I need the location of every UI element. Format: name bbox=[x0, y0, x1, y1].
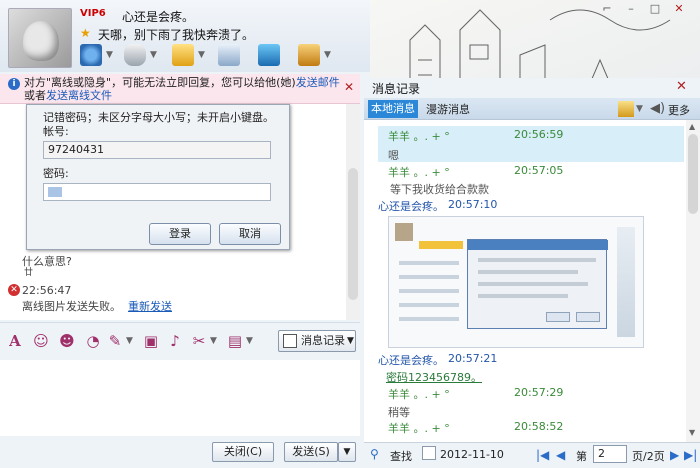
log-time: 20:56:59 bbox=[514, 128, 564, 141]
chat-line-small: 廿 bbox=[24, 268, 34, 278]
log-message: 密码123456789。 bbox=[386, 371, 482, 384]
message-log-button[interactable]: 消息记录 ▼ bbox=[278, 330, 356, 352]
cancel-button: 取消 bbox=[219, 223, 281, 245]
toolbox-icon[interactable]: ▤ bbox=[226, 332, 244, 350]
status-message: 天哪，别下雨了我快奔溃了。 bbox=[98, 28, 255, 42]
log-sender: 羊羊 。. + ° bbox=[388, 388, 450, 401]
account-label: 帐号: bbox=[43, 125, 69, 138]
video-call-icon[interactable] bbox=[80, 44, 102, 66]
more-link[interactable]: 更多 bbox=[668, 102, 690, 118]
chevron-down-icon: ▼ bbox=[347, 336, 354, 346]
next-page-icon[interactable]: ▶ bbox=[670, 448, 679, 462]
message-manager-icon[interactable] bbox=[618, 101, 634, 117]
previous-page-icon[interactable]: ◀ bbox=[556, 448, 565, 462]
chevron-down-icon[interactable]: ▼ bbox=[126, 336, 133, 346]
log-message: 稍等 bbox=[388, 406, 410, 419]
log-panel-title: 消息记录 bbox=[372, 82, 421, 96]
log-sender: 心还是会疼。 bbox=[378, 200, 444, 213]
handwriting-icon[interactable]: ✎ bbox=[106, 332, 124, 350]
login-hint-text: 记错密码；未区分字母大小写；未开启小键盘。 bbox=[43, 111, 274, 124]
log-sender: 心还是会疼。 bbox=[378, 354, 444, 367]
contact-nickname: 心还是会疼。 bbox=[122, 10, 195, 24]
page-label: 第 bbox=[576, 450, 587, 463]
search-icon[interactable]: ⚲ bbox=[370, 447, 379, 461]
emoji-icon[interactable]: ☺ bbox=[32, 332, 50, 350]
log-sender: 羊羊 。. + ° bbox=[388, 130, 450, 143]
chat-scrollbar[interactable] bbox=[346, 104, 360, 320]
log-sender: 羊羊 。. + ° bbox=[388, 422, 450, 435]
font-icon[interactable]: A bbox=[6, 332, 24, 350]
notice-text: 对方"离线或隐身"，可能无法立即回复，您可以给他(她)发送邮件或者发送离线文件 bbox=[24, 76, 340, 102]
page-number-input[interactable]: 2 bbox=[593, 445, 627, 463]
music-icon[interactable]: ♪ bbox=[166, 332, 184, 350]
login-screenshot-image: 记错密码；未区分字母大小写；未开启小键盘。 帐号: 97240431 密码: 登… bbox=[26, 104, 290, 250]
offline-notice: i 对方"离线或隐身"，可能无法立即回复，您可以给他(她)发送邮件或者发送离线文… bbox=[0, 74, 360, 104]
shake-icon[interactable]: ◔ bbox=[84, 332, 102, 350]
close-button[interactable]: 关闭(C) bbox=[212, 442, 274, 462]
log-time: 20:57:10 bbox=[448, 198, 498, 211]
chevron-down-icon[interactable]: ▼ bbox=[106, 50, 113, 60]
close-notice-icon[interactable]: ✕ bbox=[344, 80, 354, 94]
password-field bbox=[43, 183, 271, 201]
microphone-icon[interactable] bbox=[124, 44, 146, 66]
log-time: 20:57:05 bbox=[514, 164, 564, 177]
calendar-icon[interactable] bbox=[422, 446, 436, 460]
close-window-icon[interactable]: ✕ bbox=[670, 2, 688, 16]
minimize-icon[interactable]: – bbox=[622, 2, 640, 16]
log-message: 等下我收货给合款款 bbox=[390, 183, 489, 196]
date-selector[interactable]: 2012-11-10 bbox=[440, 448, 504, 461]
send-options-chevron-icon[interactable]: ▼ bbox=[338, 442, 356, 462]
message-log-label: 消息记录 bbox=[301, 334, 345, 347]
resend-link[interactable]: 重新发送 bbox=[128, 298, 172, 314]
magic-face-icon[interactable]: ☻ bbox=[58, 332, 76, 350]
log-time: 20:57:29 bbox=[514, 386, 564, 399]
log-scrollbar[interactable]: ▲ ▼ bbox=[686, 120, 700, 442]
app-box-icon[interactable] bbox=[298, 44, 320, 66]
chevron-down-icon[interactable]: ▼ bbox=[246, 336, 253, 346]
log-time: 20:58:52 bbox=[514, 420, 564, 433]
login-button: 登录 bbox=[149, 223, 211, 245]
log-time: 20:57:21 bbox=[448, 352, 498, 365]
chevron-down-icon[interactable]: ▼ bbox=[150, 50, 157, 60]
image-icon[interactable]: ▣ bbox=[142, 332, 160, 350]
minimize-skin-icon[interactable]: ⌐ bbox=[598, 2, 616, 16]
send-button[interactable]: 发送(S) bbox=[284, 442, 338, 462]
sound-icon[interactable]: ◀) bbox=[650, 101, 665, 116]
notice-prefix: 对方"离线或隐身"，可能无法立即回复，您可以给他(她) bbox=[24, 76, 296, 89]
chat-time: 22:56:47 bbox=[22, 284, 72, 297]
send-offline-file-link[interactable]: 发送离线文件 bbox=[46, 89, 112, 102]
info-icon: i bbox=[8, 78, 20, 90]
chevron-down-icon[interactable]: ▼ bbox=[198, 50, 205, 60]
log-sender: 羊羊 。. + ° bbox=[388, 166, 450, 179]
maximize-icon[interactable]: □ bbox=[646, 2, 664, 16]
avatar[interactable] bbox=[8, 8, 72, 68]
transfer-file-icon[interactable] bbox=[172, 44, 194, 66]
star-icon: ★ bbox=[80, 26, 91, 40]
last-page-icon[interactable]: ▶| bbox=[684, 448, 697, 462]
password-label: 密码: bbox=[43, 167, 69, 180]
send-mail-link[interactable]: 发送邮件 bbox=[296, 76, 340, 89]
tab-local-messages[interactable]: 本地消息 bbox=[368, 100, 418, 118]
log-screenshot-image[interactable] bbox=[388, 216, 644, 348]
create-discussion-icon[interactable] bbox=[218, 44, 240, 66]
screenshot-scissors-icon[interactable]: ✂ bbox=[190, 332, 208, 350]
clock-icon bbox=[283, 334, 297, 348]
account-field: 97240431 bbox=[43, 141, 271, 159]
first-page-icon[interactable]: |◀ bbox=[536, 448, 549, 462]
chevron-down-icon[interactable]: ▼ bbox=[324, 50, 331, 60]
remote-desktop-icon[interactable] bbox=[258, 44, 280, 66]
send-failed-text: 离线图片发送失败。 bbox=[22, 300, 121, 313]
message-input[interactable] bbox=[0, 360, 360, 436]
log-message: 嗯 bbox=[388, 149, 399, 162]
close-log-panel-icon[interactable]: ✕ bbox=[676, 79, 687, 94]
chevron-down-icon[interactable]: ▼ bbox=[636, 104, 643, 114]
chevron-down-icon[interactable]: ▼ bbox=[210, 336, 217, 346]
notice-middle: 或者 bbox=[24, 89, 46, 102]
vip-badge: VIP6 bbox=[80, 8, 106, 19]
tab-roaming-messages[interactable]: 漫游消息 bbox=[426, 101, 470, 117]
page-total: 页/2页 bbox=[632, 450, 665, 463]
error-icon: ✕ bbox=[8, 284, 20, 296]
search-button[interactable]: 查找 bbox=[390, 448, 412, 464]
